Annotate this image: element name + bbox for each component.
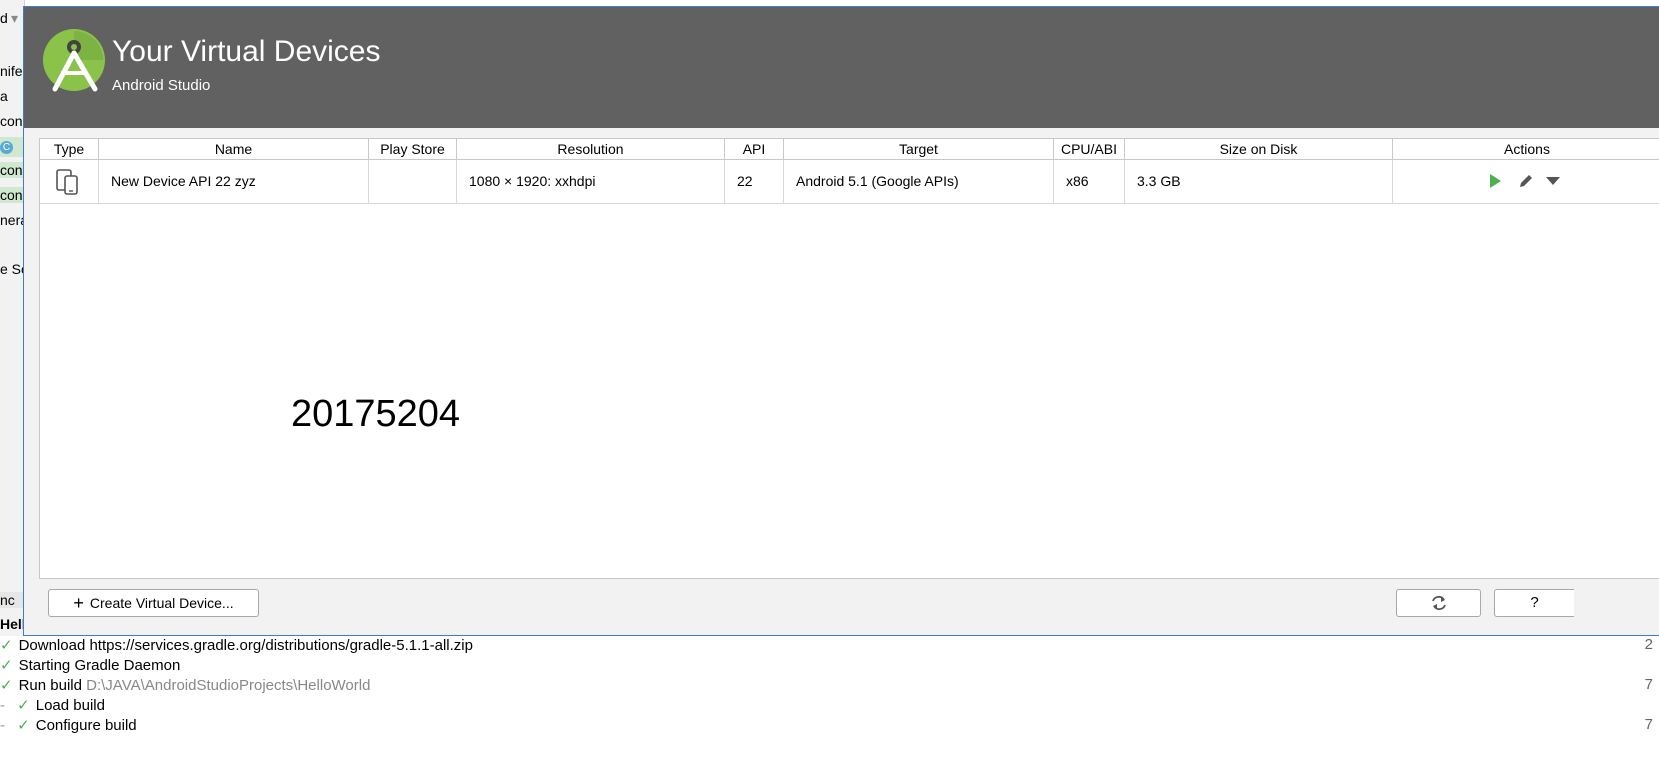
device-cpu-abi-cell: x86 — [1054, 160, 1125, 203]
device-actions-cell — [1393, 160, 1659, 203]
plus-icon: + — [73, 593, 84, 613]
dialog-subtitle: Android Studio — [112, 77, 211, 94]
ide-project-panel: d ▾ nife a con C con con nera e Sc nc He… — [0, 0, 25, 640]
check-icon: ✓ — [0, 657, 13, 674]
device-name-cell: New Device API 22 zyz — [99, 160, 369, 203]
help-button[interactable]: ? — [1494, 589, 1574, 617]
device-play-store-cell — [369, 160, 457, 203]
ide-fragment[interactable]: con — [0, 113, 23, 129]
ide-fragment[interactable]: con — [0, 187, 24, 203]
launch-play-icon[interactable] — [1487, 173, 1503, 189]
device-type-cell — [40, 160, 99, 203]
build-line-text: Starting Gradle Daemon — [18, 657, 181, 674]
table-header: Type Name Play Store Resolution API Targ… — [40, 139, 1659, 160]
refresh-button[interactable] — [1396, 589, 1481, 617]
create-virtual-device-button[interactable]: + Create Virtual Device... — [48, 589, 259, 617]
column-header-play-store[interactable]: Play Store — [369, 139, 457, 159]
device-table: Type Name Play Store Resolution API Targ… — [39, 138, 1659, 579]
ide-fragment[interactable]: nc — [0, 592, 24, 608]
column-header-name[interactable]: Name — [99, 139, 369, 159]
avd-manager-dialog: Your Virtual Devices Android Studio Type… — [23, 6, 1659, 636]
tree-connector-icon: - — [0, 717, 5, 734]
ide-fragment: d — [0, 10, 8, 26]
ide-fragment: Hello — [0, 616, 24, 632]
ide-fragment[interactable]: a — [0, 88, 8, 104]
column-header-size-on-disk[interactable]: Size on Disk — [1125, 139, 1393, 159]
build-output-panel: ✓ Download https://services.gradle.org/di… — [0, 636, 1659, 783]
chevron-down-icon[interactable] — [1545, 175, 1561, 187]
device-target-cell: Android 5.1 (Google APIs) — [784, 160, 1054, 203]
device-api-cell: 22 — [725, 160, 784, 203]
ide-fragment[interactable]: con — [0, 162, 24, 178]
column-header-target[interactable]: Target — [784, 139, 1054, 159]
build-line-text: Download https://services.gradle.org/dis… — [18, 637, 473, 654]
build-line-text: Load build — [35, 697, 105, 714]
check-icon: ✓ — [17, 717, 30, 734]
build-line-time: 7 — [1644, 716, 1653, 733]
dialog-header: Your Virtual Devices Android Studio — [24, 7, 1659, 128]
tree-connector-icon: - — [0, 697, 5, 714]
column-header-cpu-abi[interactable]: CPU/ABI — [1054, 139, 1125, 159]
create-virtual-device-label: Create Virtual Device... — [89, 595, 234, 611]
build-line[interactable]: - ✓ Configure build — [0, 716, 137, 736]
device-size-cell: 3.3 GB — [1125, 160, 1393, 203]
android-studio-logo-icon — [43, 29, 105, 92]
edit-pencil-icon[interactable] — [1518, 173, 1534, 189]
build-line[interactable]: ✓ Starting Gradle Daemon — [0, 656, 180, 676]
dialog-title: Your Virtual Devices — [112, 35, 381, 68]
ide-class-item[interactable]: C — [0, 137, 24, 157]
column-header-type[interactable]: Type — [40, 139, 99, 159]
device-resolution-cell: 1080 × 1920: xxhdpi — [457, 160, 725, 203]
ide-fragment[interactable]: nera — [0, 212, 24, 228]
refresh-icon — [1431, 595, 1446, 611]
column-header-actions: Actions — [1504, 141, 1550, 157]
build-line-path: D:\JAVA\AndroidStudioProjects\HelloWorld — [86, 677, 371, 694]
watermark-text: 20175204 — [291, 393, 461, 435]
build-line-text: Configure build — [35, 717, 137, 734]
build-line-time: 7 — [1644, 676, 1653, 693]
check-icon: ✓ — [17, 697, 30, 714]
dropdown-arrow-icon[interactable]: ▾ — [11, 10, 18, 27]
build-line-time: 2 — [1644, 636, 1653, 653]
column-header-resolution[interactable]: Resolution — [457, 139, 725, 159]
table-row[interactable]: New Device API 22 zyz 1080 × 1920: xxhdp… — [40, 160, 1659, 204]
build-line[interactable]: ✓ Download https://services.gradle.org/di… — [0, 636, 473, 656]
build-line[interactable]: ✓ Run build D:\JAVA\AndroidStudioProjects… — [0, 676, 370, 696]
check-icon: ✓ — [0, 677, 13, 694]
ide-fragment[interactable]: nife — [0, 63, 23, 79]
phone-tablet-icon — [56, 169, 78, 195]
ide-fragment[interactable]: e Sc — [0, 261, 24, 277]
check-icon: ✓ — [0, 637, 13, 654]
class-icon: C — [0, 141, 13, 154]
build-line[interactable]: - ✓ Load build — [0, 696, 105, 716]
column-header-api[interactable]: API — [725, 139, 784, 159]
build-line-text: Run build — [18, 677, 82, 694]
